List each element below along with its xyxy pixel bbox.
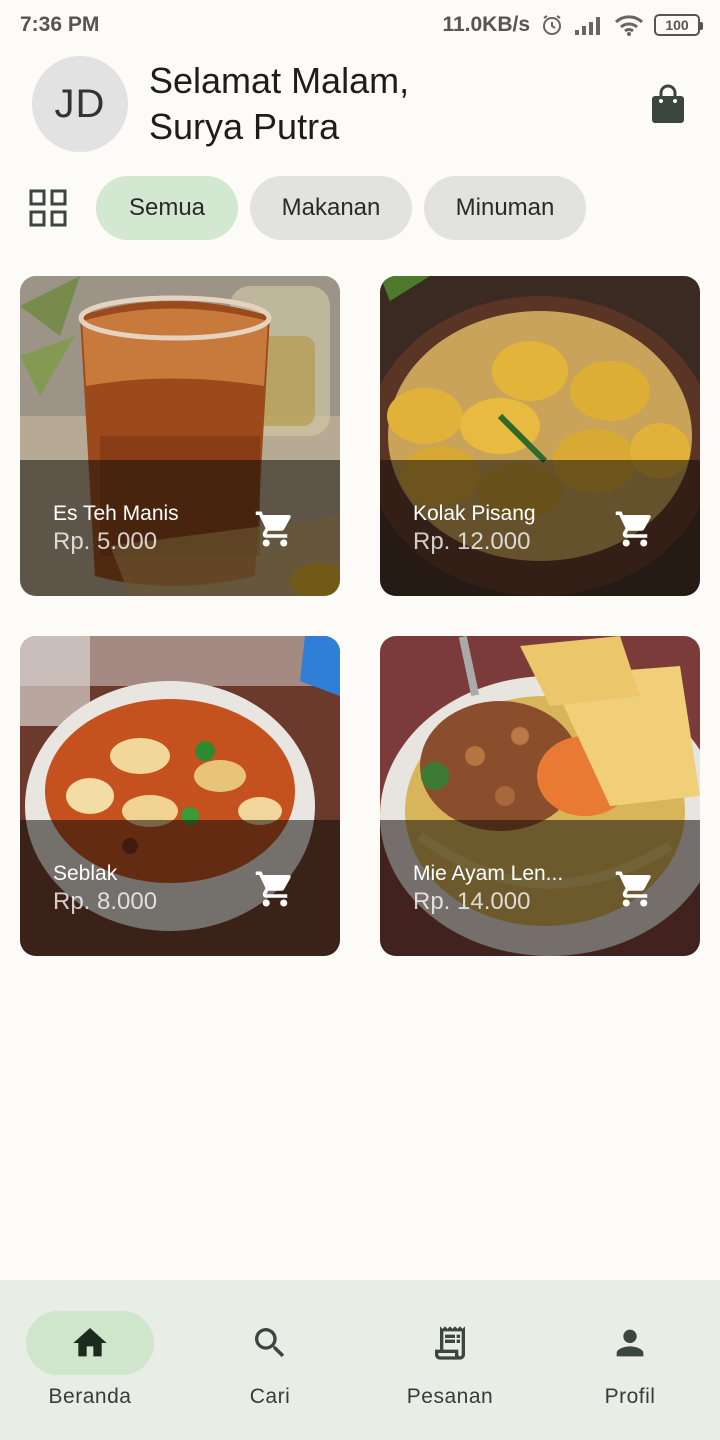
avatar[interactable]: JD [32, 56, 128, 152]
network-speed: 11.0KB/s [442, 13, 530, 36]
product-price: Rp. 5.000 [53, 528, 158, 555]
category-filter: Semua Makanan Minuman [24, 176, 598, 240]
cart-icon [615, 511, 651, 547]
status-time: 7:36 PM [20, 13, 100, 36]
greeting: Selamat Malam, Surya Putra [149, 58, 644, 150]
nav-icon-holder [566, 1311, 694, 1375]
product-card[interactable]: Kolak Pisang Rp. 12.000 [380, 276, 700, 596]
nav-active-indicator [26, 1311, 154, 1375]
nav-item-cari[interactable]: Cari [180, 1280, 360, 1440]
home-icon [73, 1328, 107, 1357]
cart-icon [615, 871, 651, 907]
product-price: Rp. 12.000 [413, 528, 531, 555]
product-card[interactable]: Seblak Rp. 8.000 [20, 636, 340, 956]
nav-icon-holder [206, 1311, 334, 1375]
product-card[interactable]: Es Teh Manis Rp. 5.000 [20, 276, 340, 596]
product-grid: Es Teh Manis Rp. 5.000 Kolak Pisang Rp. … [20, 276, 700, 956]
cart-icon [255, 511, 291, 547]
nav-item-profil[interactable]: Profil [540, 1280, 720, 1440]
header: JD Selamat Malam, Surya Putra [32, 56, 692, 152]
shopping-bag-button[interactable] [644, 80, 692, 128]
nav-icon-holder [386, 1311, 514, 1375]
receipt-icon [435, 1326, 465, 1360]
search-icon [255, 1328, 285, 1358]
battery-icon: 100 [654, 14, 703, 36]
nav-label: Pesanan [406, 1385, 494, 1408]
nav-label: Profil [604, 1385, 656, 1408]
alarm-icon [540, 13, 564, 37]
status-icons: 11.0KB/s 100 [442, 13, 703, 37]
person-icon [616, 1329, 644, 1357]
nav-label: Beranda [48, 1385, 132, 1408]
add-to-cart-button[interactable] [612, 866, 658, 912]
chip-semua[interactable]: Semua [96, 176, 238, 240]
add-to-cart-button[interactable] [612, 506, 658, 552]
chip-minuman[interactable]: Minuman [424, 176, 586, 240]
product-price: Rp. 14.000 [413, 888, 531, 915]
nav-label: Cari [249, 1385, 291, 1408]
add-to-cart-button[interactable] [252, 506, 298, 552]
cart-icon [255, 871, 291, 907]
bottom-navigation: Beranda Cari Pesanan Profil [0, 1280, 720, 1440]
product-card[interactable]: Mie Ayam Len... Rp. 14.000 [380, 636, 700, 956]
product-price: Rp. 8.000 [53, 888, 158, 915]
grid-view-button[interactable] [24, 184, 72, 232]
signal-icon [574, 14, 604, 36]
add-to-cart-button[interactable] [252, 866, 298, 912]
user-name: Surya Putra [149, 106, 340, 147]
status-bar: 7:36 PM 11.0KB/s 100 [0, 0, 720, 50]
nav-item-beranda[interactable]: Beranda [0, 1280, 180, 1440]
nav-item-pesanan[interactable]: Pesanan [360, 1280, 540, 1440]
grid-view-icon [29, 189, 67, 227]
shopping-bag-icon [652, 84, 684, 123]
product-name: Mie Ayam Len... [413, 862, 564, 885]
chip-makanan[interactable]: Makanan [250, 176, 412, 240]
product-name: Es Teh Manis [53, 502, 179, 525]
greeting-time: Selamat Malam, [149, 60, 410, 101]
product-name: Kolak Pisang [413, 502, 536, 525]
wifi-icon [614, 13, 644, 37]
product-name: Seblak [53, 862, 118, 885]
